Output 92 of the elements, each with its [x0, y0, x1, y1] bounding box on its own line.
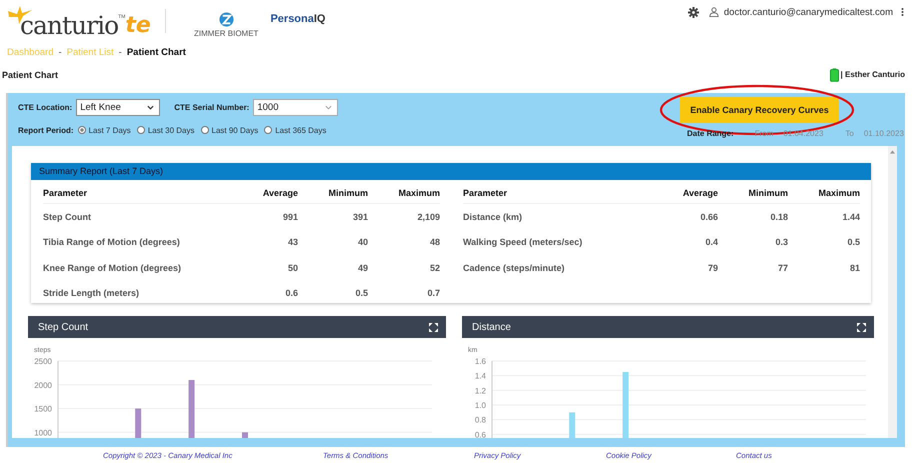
table-cell-text: 48	[428, 237, 440, 248]
location-select[interactable]: Left Knee	[76, 99, 160, 116]
expand-icon[interactable]	[429, 322, 438, 332]
tick-label: 1000	[34, 428, 52, 438]
tick-label: 2500	[34, 357, 52, 366]
table-cell-text: 0.3	[774, 237, 788, 248]
tick-label: 2000	[34, 380, 52, 390]
table-cell-text: 0.5	[846, 237, 860, 248]
scroll-up-icon[interactable]	[890, 150, 895, 154]
to-label: To	[845, 129, 854, 138]
table-cell-text: Stride Length (meters)	[43, 288, 140, 298]
radio-label[interactable]: Last 365 Days	[275, 126, 326, 134]
column-header: Average	[262, 188, 298, 198]
radio-label[interactable]: Last 7 Days	[88, 126, 131, 134]
column-header: Minimum	[748, 188, 788, 198]
field-label: CTE Serial Number:	[174, 103, 250, 112]
column-header: Parameter	[43, 188, 88, 198]
logo-suffix: te	[125, 12, 151, 40]
table-cell-text: 52	[428, 262, 440, 273]
breadcrumb-separator: -	[118, 46, 122, 58]
tick-label: 1.6	[474, 357, 486, 366]
bar	[569, 412, 576, 438]
table-cell-text: 43	[286, 237, 298, 248]
table-cell-text: 991	[282, 212, 298, 222]
table-cell-text: 0.66	[699, 212, 718, 222]
logo-text: canturio	[20, 12, 118, 40]
table-cell-text: 1.44	[841, 212, 860, 222]
table-cell-text: Distance (km)	[463, 212, 524, 222]
radio-label[interactable]: Last 90 Days	[212, 126, 258, 134]
table-cell-text: 391	[352, 212, 368, 222]
radio-button[interactable]	[136, 126, 145, 134]
bar	[135, 408, 142, 438]
table-cell-text: 77	[776, 262, 788, 273]
bar	[188, 380, 195, 438]
to-date: 01.10.2023	[864, 129, 904, 138]
table-cell-text: 79	[706, 262, 718, 273]
table-cell-text: 0.5	[354, 288, 368, 298]
field-label: Report Period:	[18, 126, 74, 134]
patient-name: | Esther Canturio	[840, 70, 905, 79]
table-cell-text: 40	[356, 237, 368, 248]
table-cell-text: Knee Range of Motion (degrees)	[43, 262, 182, 273]
table-cell-text: Walking Speed (meters/sec)	[463, 237, 584, 248]
chart-title: Step Count	[38, 322, 88, 332]
table-cell-text: 50	[286, 262, 298, 273]
table-cell-text: 0.6	[284, 288, 298, 298]
recovery-curves-button[interactable]: Enable Canary Recovery Curves	[680, 97, 839, 123]
table-cell-text: 0.4	[704, 237, 718, 248]
table-cell-text: 0.7	[426, 288, 440, 298]
column-header: Maximum	[817, 188, 860, 198]
radio-button[interactable]	[200, 126, 209, 134]
tick-label: 1.2	[474, 386, 486, 396]
column-header: Average	[682, 188, 718, 198]
table-cell-text: Step Count	[43, 212, 92, 222]
column-header: Parameter	[463, 188, 508, 198]
table-cell-text: 81	[848, 262, 860, 273]
breadcrumb-current: Patient Chart	[126, 46, 186, 58]
table-cell-text: Cadence (steps/minute)	[463, 262, 566, 273]
page-title: Patient Chart	[2, 70, 58, 80]
radio-button[interactable]	[78, 126, 86, 134]
tick-label: 1.0	[474, 401, 486, 410]
persona-iq-logo: PersonaIQ	[270, 13, 326, 25]
settings-icon[interactable]	[688, 7, 699, 18]
table-cell-text: 49	[356, 262, 368, 273]
serial-select[interactable]: 1000	[253, 99, 338, 116]
z-logo-icon	[218, 12, 234, 27]
tick-label: 1500	[34, 404, 52, 414]
column-header: Minimum	[328, 188, 368, 198]
table-cell-text: Tibia Range of Motion (degrees)	[43, 237, 181, 248]
tick-label: 0.8	[474, 416, 486, 425]
more-icon[interactable]	[901, 7, 904, 17]
expand-icon[interactable]	[857, 322, 866, 332]
bar	[622, 372, 629, 438]
chevron-icon	[147, 105, 154, 110]
user-email[interactable]: doctor.canturio@canarymedicaltest.com	[724, 7, 893, 18]
battery-icon	[830, 68, 839, 82]
field-label: CTE Location:	[18, 103, 72, 112]
from-label: From	[754, 129, 774, 138]
table-cell-text: 0.18	[769, 212, 788, 222]
from-date: 01.04.2023	[783, 129, 824, 138]
user-icon[interactable]	[708, 7, 719, 17]
radio-label[interactable]: Last 30 Days	[148, 126, 195, 134]
column-header: Maximum	[397, 188, 440, 198]
scrollbar[interactable]	[888, 146, 897, 438]
radio-button[interactable]	[264, 126, 272, 134]
summary-header: Summary Report (Last 7 Days)	[31, 163, 871, 180]
zimmer-biomet-logo-text: ZIMMER BIOMET	[194, 29, 258, 38]
breadcrumb-separator: -	[58, 46, 62, 58]
tick-label: 0.6	[474, 430, 486, 438]
chevron-icon	[325, 105, 332, 110]
chart-title: Distance	[472, 322, 511, 332]
tick-label: 1.4	[474, 372, 486, 381]
table-cell-text: 2,109	[416, 212, 440, 222]
